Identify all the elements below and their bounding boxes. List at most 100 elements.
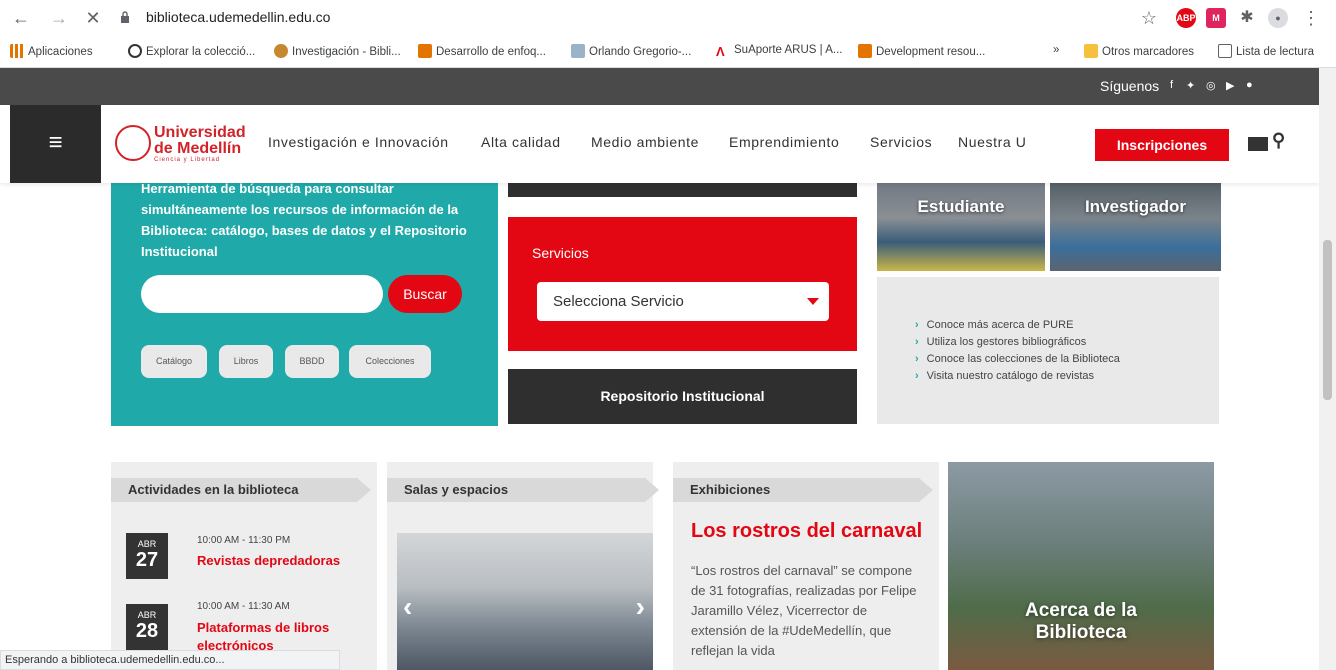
j-icon — [418, 44, 432, 58]
salas-photo: ‹ › — [397, 533, 653, 670]
social-topbar: Síguenos f ✦ ◎ ▶ ● — [0, 68, 1319, 105]
pure-link[interactable]: › Conoce las colecciones de la Biblioteca — [915, 351, 1120, 368]
estudiante-card[interactable]: Estudiante — [877, 175, 1045, 271]
folder-icon — [1084, 44, 1098, 58]
event-date: ABR 28 — [126, 604, 168, 650]
bookmarks-overflow[interactable]: » — [1053, 44, 1059, 56]
link-text: Visita nuestro catálogo de revistas — [926, 370, 1095, 382]
status-bar: Esperando a biblioteca.udemedellin.edu.c… — [0, 650, 340, 670]
page-scrollbar[interactable] — [1319, 68, 1336, 670]
event-time: 10:00 AM - 11:30 AM — [197, 601, 290, 612]
star-icon[interactable]: ☆ — [1138, 8, 1160, 28]
select-value: Selecciona Servicio — [553, 293, 684, 310]
mail-icon[interactable] — [1248, 137, 1268, 151]
link-text: Conoce más acerca de PURE — [926, 319, 1074, 331]
search-input[interactable] — [141, 275, 383, 313]
hamburger-menu-icon[interactable]: ≡ — [10, 105, 101, 183]
servicios-title: Servicios — [532, 245, 589, 261]
bookmark-label: Explorar la colecció... — [146, 46, 256, 58]
search-panel: Herramienta de búsqueda para consultar s… — [111, 175, 498, 426]
spotify-icon[interactable]: ● — [1246, 79, 1253, 91]
university-logo-icon[interactable] — [115, 125, 151, 161]
exhibiciones-title: Exhibiciones — [673, 478, 933, 502]
bookmark-label: Orlando Gregorio-... — [589, 46, 692, 58]
servicios-select[interactable]: Selecciona Servicio — [537, 282, 829, 321]
arus-icon: Λ — [716, 44, 725, 59]
bookmark-development[interactable]: Development resou... — [858, 44, 985, 58]
menu-nuestra-u[interactable]: Nuestra U — [958, 134, 1026, 150]
event-day: 27 — [135, 549, 159, 571]
profile-avatar-icon[interactable]: ● — [1268, 8, 1288, 28]
actividades-section: Actividades en la biblioteca ABR 27 10:0… — [111, 462, 377, 670]
site-icon — [571, 44, 585, 58]
carousel-next-icon[interactable]: › — [636, 591, 645, 623]
investigador-card[interactable]: Investigador — [1050, 175, 1221, 271]
estudiante-label: Estudiante — [917, 197, 1005, 216]
kebab-menu-icon[interactable]: ⋮ — [1300, 8, 1322, 28]
forward-arrow-icon[interactable]: → — [48, 8, 70, 28]
dropdown-arrow-icon — [807, 298, 819, 305]
extension-icon[interactable]: M — [1206, 8, 1226, 28]
bookmark-desarrollo[interactable]: Desarrollo de enfoq... — [418, 44, 546, 58]
adblock-icon[interactable]: ABP — [1176, 8, 1196, 28]
bookmark-otros[interactable]: Otros marcadores — [1084, 44, 1194, 58]
link-text: Utiliza los gestores bibliográficos — [926, 336, 1087, 348]
menu-emprendimiento[interactable]: Emprendimiento — [729, 134, 839, 150]
bookmark-orlando[interactable]: Orlando Gregorio-... — [571, 44, 691, 58]
inscripciones-button[interactable]: Inscripciones — [1095, 129, 1229, 161]
menu-alta-calidad[interactable]: Alta calidad — [481, 134, 561, 150]
filter-colecciones[interactable]: Colecciones — [349, 345, 431, 378]
pure-link[interactable]: › Utiliza los gestores bibliográficos — [915, 334, 1120, 351]
pure-link[interactable]: › Conoce más acerca de PURE — [915, 317, 1120, 334]
filter-bbdd[interactable]: BBDD — [285, 345, 339, 378]
main-navigation: ≡ Universidad de Medellín Ciencia y Libe… — [0, 105, 1319, 183]
siguenos-label: Síguenos — [1100, 78, 1160, 94]
event-title[interactable]: Revistas depredadoras — [197, 552, 357, 570]
repositorio-button[interactable]: Repositorio Institucional — [508, 369, 857, 424]
link-text: Conoce las colecciones de la Biblioteca — [926, 353, 1120, 365]
pure-link[interactable]: › Visita nuestro catálogo de revistas — [915, 368, 1120, 385]
event-month: ABR — [137, 539, 157, 549]
reading-list-icon — [1218, 44, 1232, 58]
event-time: 10:00 AM - 11:30 PM — [197, 535, 291, 546]
salas-section: Salas y espacios ‹ › — [387, 462, 659, 670]
menu-servicios[interactable]: Servicios — [870, 134, 932, 150]
puzzle-icon[interactable]: ✱ — [1236, 8, 1258, 28]
menu-medio-ambiente[interactable]: Medio ambiente — [591, 134, 699, 150]
twitter-icon[interactable]: ✦ — [1186, 79, 1195, 92]
filter-catalogo[interactable]: Catálogo — [141, 345, 207, 378]
bookmark-label: Lista de lectura — [1236, 46, 1314, 58]
buscar-button[interactable]: Buscar — [388, 275, 462, 313]
menu-investigacion[interactable]: Investigación e Innovación — [268, 134, 449, 150]
filter-libros[interactable]: Libros — [219, 345, 273, 378]
back-arrow-icon[interactable]: ← — [10, 8, 32, 28]
webpage: Síguenos f ✦ ◎ ▶ ● ≡ Universidad de Mede… — [0, 68, 1319, 670]
bookmark-label: Investigación - Bibli... — [292, 46, 401, 58]
search-icon[interactable]: ⚲ — [1272, 130, 1285, 151]
bookmark-explorar[interactable]: Explorar la colecció... — [128, 44, 255, 58]
bookmark-suaporte[interactable]: Λ SuAporte ARUS | A... — [716, 44, 842, 59]
bookmark-apps[interactable]: Aplicaciones — [10, 44, 93, 58]
carousel-prev-icon[interactable]: ‹ — [403, 591, 412, 623]
address-bar[interactable]: biblioteca.udemedellin.edu.co — [146, 9, 330, 25]
exhibicion-headline[interactable]: Los rostros del carnaval — [691, 520, 922, 543]
exhibiciones-section: Exhibiciones Los rostros del carnaval “L… — [673, 462, 939, 670]
stop-loading-icon[interactable]: ✕ — [82, 8, 104, 28]
acerca-line2: Biblioteca — [1035, 622, 1127, 643]
bookmark-label: Otros marcadores — [1102, 46, 1195, 58]
youtube-icon[interactable]: ▶ — [1226, 79, 1234, 92]
bookmark-label: SuAporte ARUS | A... — [734, 44, 843, 56]
apps-grid-icon — [10, 44, 24, 58]
bookmark-label: Desarrollo de enfoq... — [436, 46, 546, 58]
facebook-icon[interactable]: f — [1170, 79, 1173, 91]
chevron-right-icon: › — [915, 370, 919, 382]
bookmark-lectura[interactable]: Lista de lectura — [1218, 44, 1314, 58]
chevron-right-icon: › — [915, 319, 919, 331]
scrollbar-thumb[interactable] — [1323, 240, 1332, 400]
acerca-line1: Acerca de la — [1025, 600, 1137, 621]
bookmark-label: Development resou... — [876, 46, 986, 58]
browser-toolbar: ← → ✕ biblioteca.udemedellin.edu.co ☆ AB… — [0, 0, 1336, 36]
instagram-icon[interactable]: ◎ — [1206, 79, 1216, 92]
bookmark-investigacion[interactable]: Investigación - Bibli... — [274, 44, 401, 58]
acerca-card[interactable]: Acerca de la Biblioteca — [948, 462, 1214, 670]
